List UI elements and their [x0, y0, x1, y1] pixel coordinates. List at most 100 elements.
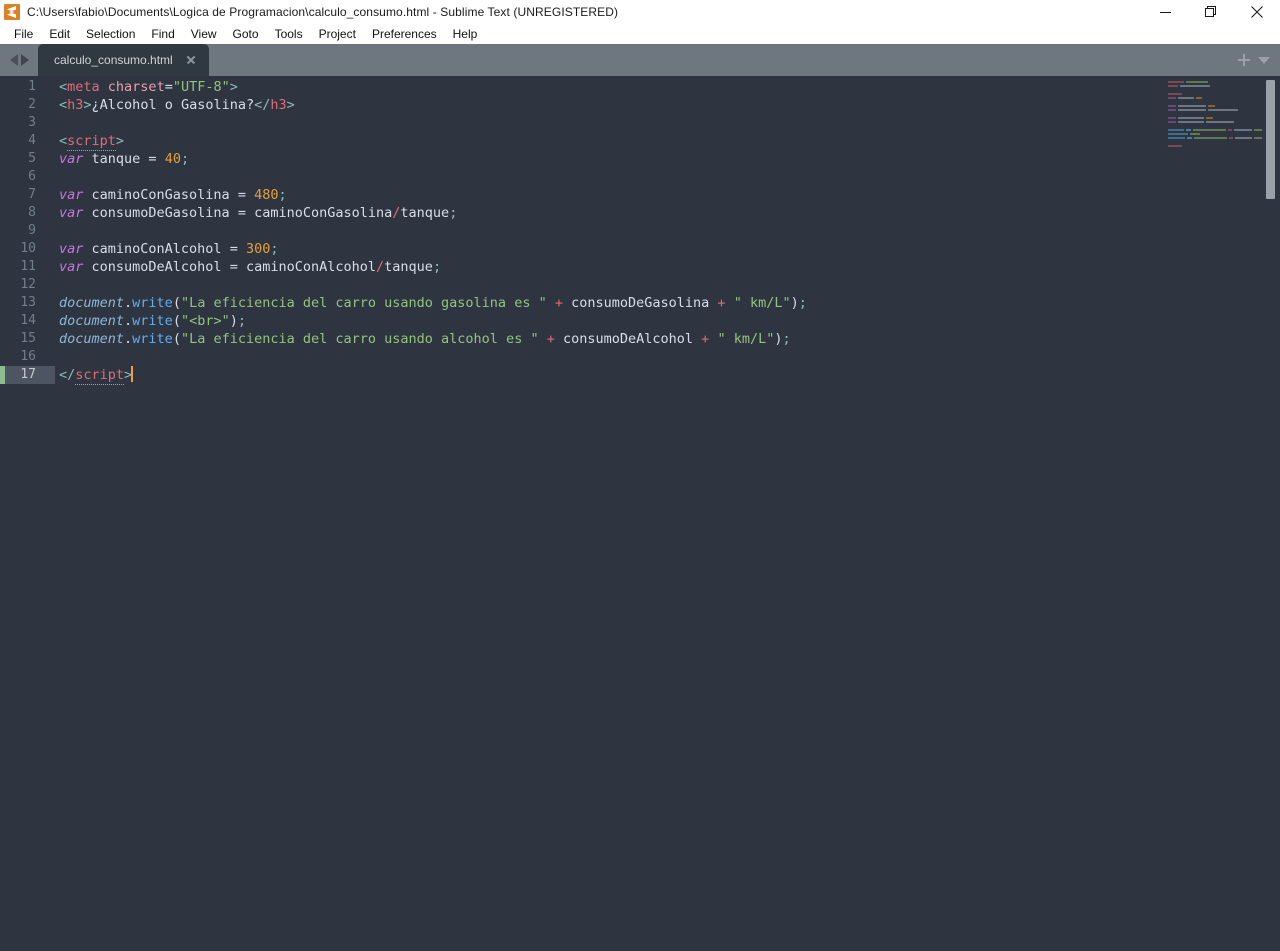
line-number: 16 — [20, 349, 36, 364]
line-number: 15 — [20, 331, 36, 346]
minimap-segment — [1253, 136, 1262, 140]
line-number: 12 — [20, 277, 36, 292]
line-number: 14 — [20, 313, 36, 328]
minimap-line — [1166, 144, 1262, 148]
code-line[interactable]: 16 — [0, 348, 1280, 366]
code-line[interactable]: 12 — [0, 276, 1280, 294]
minimap-segment — [1168, 84, 1178, 88]
code-line[interactable]: 15 document.write("La eficiencia del carr… — [0, 330, 1280, 348]
menu-item-selection[interactable]: Selection — [78, 24, 143, 44]
minimap-segment — [1168, 144, 1182, 148]
code-text: </script> — [59, 366, 134, 385]
code-text: <h3>¿Alcohol o Gasolina?</h3> — [59, 97, 295, 113]
minimap-segment — [1228, 128, 1233, 132]
line-number: 4 — [28, 133, 36, 148]
tab-bar-actions — [1234, 44, 1276, 76]
title-bar: C:\Users\fabio\Documents\Logica de Progr… — [0, 0, 1280, 24]
minimap-segment — [1168, 80, 1184, 84]
code-line[interactable]: 13 document.write("La eficiencia del carr… — [0, 294, 1280, 312]
close-button[interactable] — [1234, 0, 1280, 24]
line-number: 9 — [28, 223, 36, 238]
minimap-segment — [1192, 128, 1227, 132]
line-number: 1 — [28, 79, 36, 94]
minimap-segment — [1178, 104, 1206, 108]
code-line[interactable]: 10 var caminoConAlcohol = 300; — [0, 240, 1280, 258]
minimap-segment — [1196, 96, 1202, 100]
code-line[interactable]: 11 var consumoDeAlcohol = caminoConAlcoho… — [0, 258, 1280, 276]
line-number: 8 — [28, 205, 36, 220]
editor-pane[interactable]: 1 <meta charset="UTF-8"> 2 <h3>¿Alcohol o G… — [0, 76, 1280, 951]
minimap-segment — [1186, 136, 1192, 140]
restore-button[interactable] — [1188, 0, 1234, 24]
text-cursor — [131, 366, 134, 382]
close-icon[interactable] — [183, 52, 199, 68]
code-text: document.write("La eficiencia del carro … — [59, 295, 807, 311]
code-text: var caminoConGasolina = 480; — [59, 187, 287, 203]
minimap-segment — [1228, 136, 1234, 140]
minimap-segment — [1168, 104, 1176, 108]
minimap-segment — [1253, 128, 1262, 132]
line-number: 5 — [28, 151, 36, 166]
code-line[interactable]: 2 <h3>¿Alcohol o Gasolina?</h3> — [0, 96, 1280, 114]
minimap-segment — [1168, 120, 1176, 124]
menu-item-edit[interactable]: Edit — [41, 24, 78, 44]
minimap-segment — [1206, 120, 1234, 124]
tab-calculo-consumo[interactable]: calculo_consumo.html — [38, 44, 209, 76]
minimap-segment — [1186, 80, 1208, 84]
minimap-segment — [1178, 108, 1206, 112]
minimize-button[interactable] — [1142, 0, 1188, 24]
code-line[interactable]: 7 var caminoConGasolina = 480; — [0, 186, 1280, 204]
window-controls — [1142, 0, 1280, 24]
minimap-segment — [1168, 116, 1176, 120]
line-number: 13 — [20, 295, 36, 310]
minimap-segment — [1208, 108, 1238, 112]
code-line[interactable]: 5 var tanque = 40; — [0, 150, 1280, 168]
code-line[interactable]: 4 <script> — [0, 132, 1280, 151]
chevron-down-icon[interactable] — [1258, 56, 1270, 64]
plus-icon[interactable] — [1234, 50, 1254, 70]
code-text: var tanque = 40; — [59, 151, 190, 167]
minimap-segment — [1168, 128, 1184, 132]
minimap-segment — [1178, 96, 1194, 100]
menu-item-project[interactable]: Project — [311, 24, 364, 44]
code-line[interactable]: 17 </script> — [0, 366, 1280, 385]
line-number: 3 — [28, 115, 36, 130]
tab-nav-arrows — [0, 44, 38, 76]
code-line[interactable]: 6 — [0, 168, 1280, 186]
code-text: var consumoDeAlcohol = caminoConAlcohol/… — [59, 259, 442, 275]
line-number: 2 — [28, 97, 36, 112]
code-text: var caminoConAlcohol = 300; — [59, 241, 279, 257]
menu-item-goto[interactable]: Goto — [225, 24, 267, 44]
menu-item-help[interactable]: Help — [445, 24, 486, 44]
code-line[interactable]: 14 document.write("<br>"); — [0, 312, 1280, 330]
code-lines[interactable]: 1 <meta charset="UTF-8"> 2 <h3>¿Alcohol o G… — [0, 76, 1280, 951]
sublime-text-logo-icon — [4, 4, 20, 20]
menu-item-preferences[interactable]: Preferences — [364, 24, 445, 44]
chevron-right-icon[interactable] — [21, 54, 29, 66]
tab-label: calculo_consumo.html — [54, 53, 173, 67]
chevron-left-icon[interactable] — [10, 54, 18, 66]
minimap-segment — [1235, 136, 1252, 140]
minimap-segment — [1168, 132, 1188, 136]
line-number: 10 — [20, 241, 36, 256]
menu-item-tools[interactable]: Tools — [267, 24, 311, 44]
minimap[interactable] — [1166, 80, 1262, 200]
menu-item-view[interactable]: View — [183, 24, 225, 44]
line-number: 11 — [20, 259, 36, 274]
code-text: document.write("La eficiencia del carro … — [59, 331, 791, 347]
code-line[interactable]: 9 — [0, 222, 1280, 240]
minimap-segment — [1180, 84, 1210, 88]
line-number: 7 — [28, 187, 36, 202]
code-text: document.write("<br>"); — [59, 313, 247, 329]
code-line[interactable]: 1 <meta charset="UTF-8"> — [0, 78, 1280, 96]
code-line[interactable]: 8 var consumoDeGasolina = caminoConGasoli… — [0, 204, 1280, 222]
vertical-scrollbar[interactable] — [1266, 80, 1275, 199]
menu-item-file[interactable]: File — [6, 24, 41, 44]
minimap-segment — [1190, 132, 1200, 136]
minimap-segment — [1168, 136, 1185, 140]
code-text: var consumoDeGasolina = caminoConGasolin… — [59, 205, 458, 221]
code-line[interactable]: 3 — [0, 114, 1280, 132]
minimap-segment — [1178, 116, 1204, 120]
menu-item-find[interactable]: Find — [143, 24, 182, 44]
code-text: <script> — [59, 133, 125, 151]
